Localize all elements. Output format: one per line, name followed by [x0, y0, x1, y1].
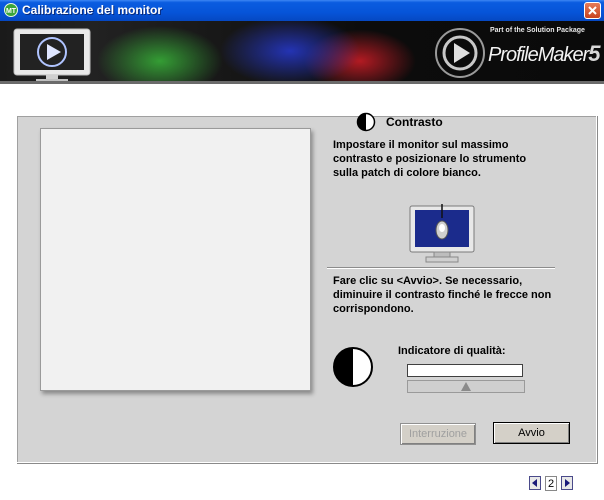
step-title: Contrasto	[386, 115, 443, 129]
svg-text:MT: MT	[6, 8, 17, 15]
monitor-instrument-icon	[409, 204, 475, 263]
next-page-icon	[565, 479, 570, 487]
product-version: 5	[588, 41, 600, 66]
section-divider	[327, 267, 555, 269]
instruction-text-1: Impostare il monitor sul massimo contras…	[333, 139, 527, 179]
product-name: ProfileMaker5	[488, 41, 601, 67]
quality-indicator-label: Indicatore di qualità:	[398, 345, 506, 357]
title-bar: MT Calibrazione del monitor	[0, 0, 604, 21]
close-icon	[588, 6, 597, 15]
banner-divider	[0, 81, 604, 84]
instruction-text-2: Fare clic su <Avvio>. Se necessario, dim…	[333, 275, 552, 315]
prev-page-icon	[532, 479, 537, 487]
next-page-button[interactable]	[561, 476, 573, 490]
quality-pointer-arrow	[461, 382, 471, 391]
stop-button[interactable]: Interruzione	[400, 423, 476, 445]
page-number: 2	[545, 476, 557, 491]
white-color-patch	[40, 128, 311, 391]
close-button[interactable]	[584, 2, 601, 19]
header-banner: Part of the Solution Package ProfileMake…	[0, 21, 604, 84]
quality-indicator-bar	[407, 364, 523, 377]
contrast-large-icon	[333, 347, 373, 387]
window-title: Calibrazione del monitor	[22, 3, 163, 17]
contrast-icon	[356, 112, 376, 132]
mt-app-icon: MT	[4, 3, 18, 17]
disc-icon	[435, 28, 485, 78]
product-name-text: ProfileMaker	[488, 44, 589, 66]
start-button[interactable]: Avvio	[493, 422, 570, 444]
monitor-play-icon	[13, 28, 91, 82]
package-text: Part of the Solution Package	[490, 27, 585, 34]
prev-page-button[interactable]	[529, 476, 541, 490]
